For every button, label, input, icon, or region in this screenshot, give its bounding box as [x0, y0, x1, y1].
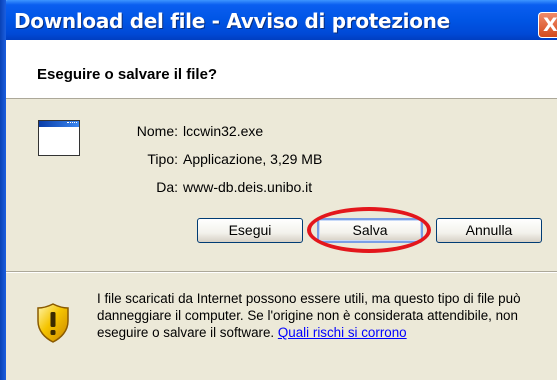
section-divider — [6, 271, 557, 273]
dialog-question: Eseguire o salvare il file? — [37, 66, 218, 83]
save-highlight-ellipse — [307, 207, 431, 253]
icon-dots — [67, 122, 77, 126]
cancel-button[interactable]: Annulla — [436, 218, 542, 243]
title-bar[interactable]: Download del file - Avviso di protezione… — [0, 0, 557, 40]
file-type-value: Applicazione, 3,29 MB — [183, 151, 323, 167]
file-type-label: Tipo: — [147, 151, 178, 167]
file-name-label: Nome: — [136, 123, 178, 139]
close-icon: X — [543, 14, 557, 36]
dialog-header: Eseguire o salvare il file? — [6, 40, 557, 99]
close-button[interactable]: X — [538, 12, 557, 38]
file-source-value: www-db.deis.unibo.it — [183, 179, 313, 195]
file-source-label: Da: — [156, 179, 178, 195]
application-window-icon — [38, 120, 80, 156]
download-dialog: Download del file - Avviso di protezione… — [0, 0, 557, 380]
security-shield-icon — [36, 303, 70, 348]
run-button[interactable]: Esegui — [197, 218, 303, 243]
file-name-value: lccwin32.exe — [183, 123, 264, 139]
risks-link[interactable]: Quali rischi si corrono — [278, 325, 407, 340]
window-title: Download del file - Avviso di protezione — [14, 9, 450, 33]
security-warning-text: I file scaricati da Internet possono ess… — [97, 290, 547, 341]
